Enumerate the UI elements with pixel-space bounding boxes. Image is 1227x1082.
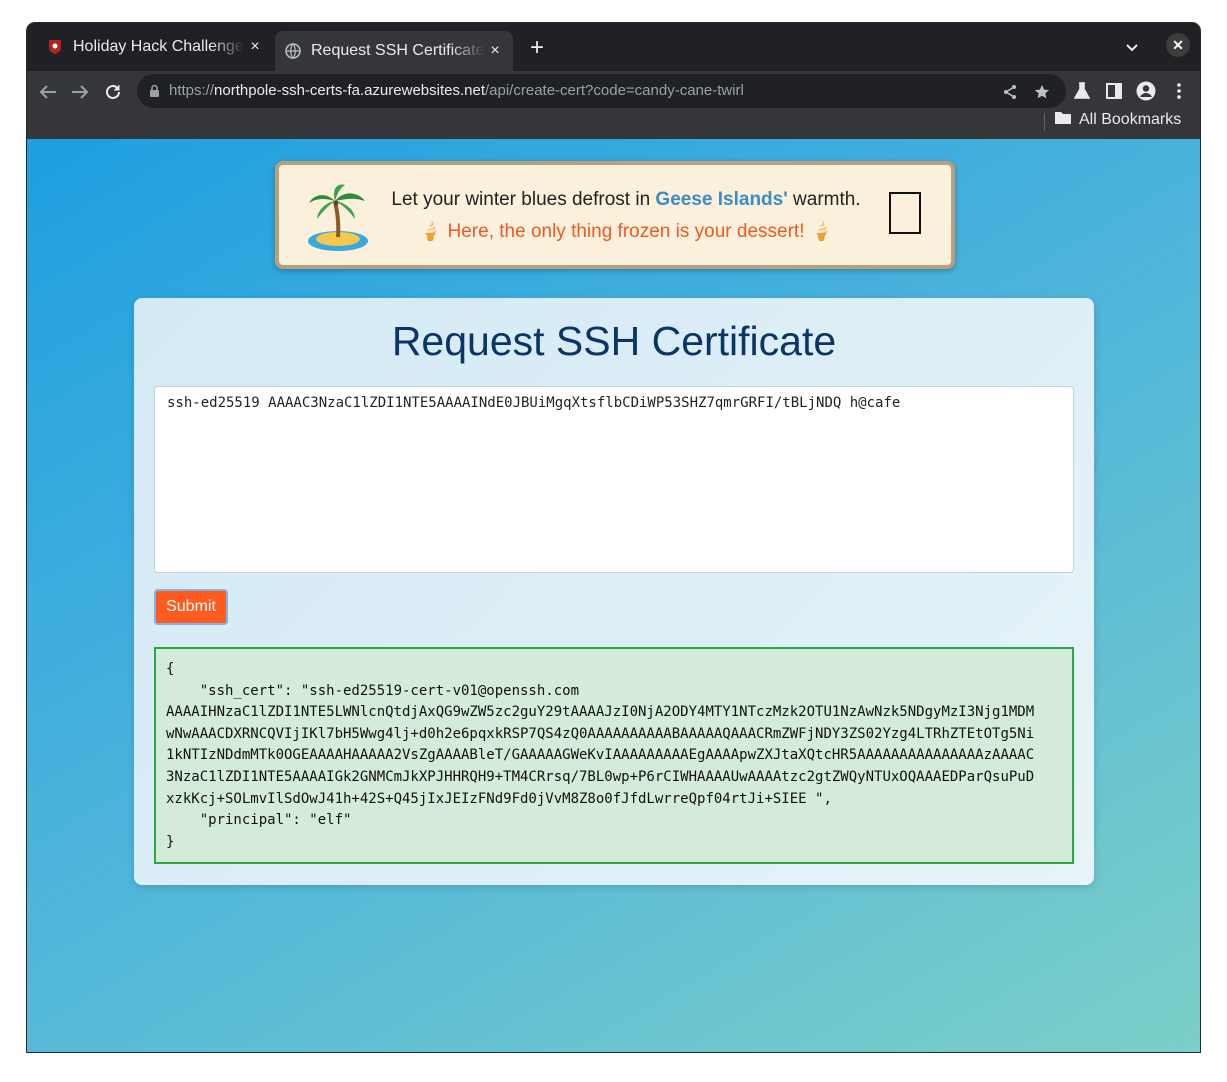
tab-title: Holiday Hack Challenge — [73, 38, 244, 55]
reload-icon[interactable] — [100, 79, 126, 105]
lock-icon — [149, 84, 160, 103]
chevron-down-icon[interactable] — [1121, 37, 1143, 59]
forward-arrow-icon[interactable] — [67, 79, 93, 105]
back-arrow-icon[interactable] — [35, 79, 61, 105]
share-icon[interactable] — [1000, 82, 1020, 102]
url-path: /api/create-cert?code=candy-cane-twirl — [485, 82, 744, 99]
shield-icon — [47, 39, 63, 55]
result-output: { "ssh_cert": "ssh-ed25519-cert-v01@open… — [154, 647, 1074, 864]
browser-window: Holiday Hack Challenge × Request SSH Cer… — [27, 23, 1200, 1052]
banner-line-2: 🍦 Here, the only thing frozen is your de… — [418, 221, 834, 242]
address-bar[interactable]: https://northpole-ssh-certs-fa.azurewebs… — [137, 74, 1066, 108]
folder-icon — [1055, 111, 1071, 129]
submit-button[interactable]: Submit — [154, 589, 228, 625]
tab-title: Request SSH Certificate — [311, 42, 485, 59]
tab-request-ssh[interactable]: Request SSH Certificate × — [275, 31, 513, 71]
new-tab-button[interactable]: + — [525, 34, 549, 61]
banner-close-button[interactable] — [889, 192, 921, 234]
star-icon[interactable] — [1032, 82, 1052, 102]
url-scheme: https:// — [169, 82, 215, 99]
banner-text: Let your winter blues defrost in — [391, 189, 656, 210]
flask-icon[interactable] — [1070, 79, 1094, 103]
tab-holiday-hack[interactable]: Holiday Hack Challenge × — [37, 31, 273, 63]
tab-strip: Holiday Hack Challenge × Request SSH Cer… — [27, 23, 1200, 71]
window-close-button[interactable]: ✕ — [1166, 33, 1190, 57]
bookmarks-bar: All Bookmarks — [27, 111, 1200, 139]
tab-close-icon[interactable]: × — [485, 41, 505, 61]
all-bookmarks-button[interactable]: All Bookmarks — [1055, 111, 1181, 129]
toolbar: https://northpole-ssh-certs-fa.azurewebs… — [27, 71, 1200, 113]
kebab-menu-icon[interactable] — [1167, 79, 1191, 103]
page-content: Let your winter blues defrost in Geese I… — [27, 139, 1200, 1052]
globe-icon — [285, 43, 301, 59]
url-text: https://northpole-ssh-certs-fa.azurewebs… — [169, 82, 744, 99]
page-title: Request SSH Certificate — [391, 318, 837, 364]
url-host: northpole-ssh-certs-fa.azurewebsites.net — [214, 82, 485, 99]
side-panel-icon[interactable] — [1102, 79, 1126, 103]
banner-text: warmth. — [787, 189, 861, 210]
banner-line-1: Let your winter blues defrost in Geese I… — [279, 189, 951, 211]
bookmarks-separator — [1044, 113, 1045, 131]
promo-banner: Let your winter blues defrost in Geese I… — [275, 161, 955, 269]
public-key-textarea[interactable]: ssh-ed25519 AAAAC3NzaC1lZDI1NTE5AAAAINdE… — [154, 386, 1074, 573]
banner-highlight: Geese Islands' — [655, 189, 788, 210]
tab-close-icon[interactable]: × — [245, 37, 265, 57]
profile-icon[interactable] — [1134, 79, 1158, 103]
all-bookmarks-label: All Bookmarks — [1079, 111, 1182, 128]
cert-request-card: Request SSH Certificate ssh-ed25519 AAAA… — [134, 298, 1094, 885]
